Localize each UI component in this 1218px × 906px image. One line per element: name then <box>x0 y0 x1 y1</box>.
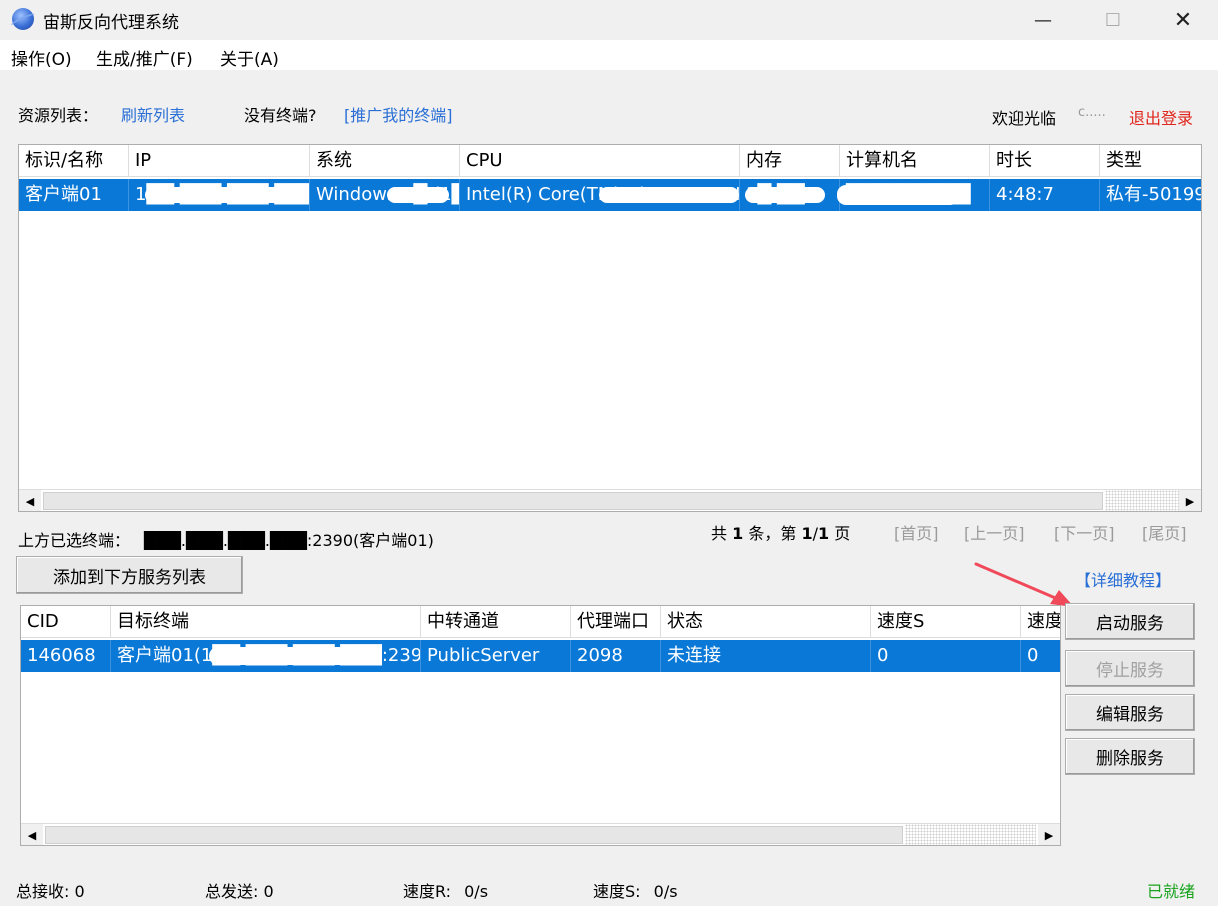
receive-speed-value: 0/s <box>464 882 489 901</box>
total-sent-label: 总发送: <box>205 882 259 901</box>
edit-service-button[interactable]: 编辑服务 <box>1065 694 1195 731</box>
scroll-thumb[interactable] <box>43 492 1103 510</box>
total-received-label: 总接收: <box>16 882 70 901</box>
pagination-prefix: 共 <box>711 524 728 543</box>
selected-terminal-label: 上方已选终端： <box>18 531 131 550</box>
column-header-target[interactable]: 目标终端 <box>111 606 421 638</box>
send-speed-value: 0/s <box>653 882 678 901</box>
pagination-summary: 共 1 条，第 1/1 页 <box>711 520 850 544</box>
scroll-thumb[interactable] <box>45 826 903 844</box>
column-header-proxy-port[interactable]: 代理端口 <box>571 606 661 638</box>
scroll-right-icon[interactable]: ▶ <box>1038 824 1060 845</box>
column-header-duration[interactable]: 时长 <box>990 145 1100 177</box>
total-received-value: 0 <box>74 882 85 901</box>
column-header-ip[interactable]: IP <box>129 145 310 177</box>
service-port-cell: 2098 <box>571 640 661 672</box>
terminals-table[interactable]: 标识/名称 IP 系统 CPU 内存 计算机名 时长 类型 客户端01 1██.… <box>18 144 1202 512</box>
service-cid-cell: 146068 <box>21 640 111 672</box>
column-header-type[interactable]: 类型 <box>1100 145 1201 177</box>
service-relay-cell: PublicServer <box>421 640 571 672</box>
close-icon[interactable]: ✕ <box>1148 0 1218 40</box>
resource-list-label: 资源列表： <box>18 106 99 125</box>
service-speed-s-cell: 0 <box>871 640 1021 672</box>
scroll-track[interactable] <box>1105 490 1179 511</box>
redaction-mark <box>209 647 349 665</box>
window-title: 宙斯反向代理系统 <box>43 13 179 33</box>
menu-bar: 操作(O) 生成/推广(F) 关于(A) <box>0 40 1218 70</box>
total-count: 1 <box>732 524 744 543</box>
maximize-icon[interactable]: ☐ <box>1078 0 1148 40</box>
app-globe-icon <box>12 8 34 30</box>
receive-speed: 速度R: 0/s <box>403 878 488 902</box>
welcome-label: 欢迎光临 <box>992 109 1057 128</box>
total-sent-value: 0 <box>263 882 274 901</box>
scroll-left-icon[interactable]: ◀ <box>19 490 41 511</box>
username: c..... <box>1078 105 1106 120</box>
no-terminal-label: 没有终端? <box>244 106 317 125</box>
column-header-speed[interactable]: 速度 <box>1021 606 1060 638</box>
logout-link[interactable]: 退出登录 <box>1129 105 1193 129</box>
column-header-os[interactable]: 系统 <box>310 145 460 177</box>
column-header-speed-s[interactable]: 速度S <box>871 606 1021 638</box>
stop-service-button[interactable]: 停止服务 <box>1065 650 1195 687</box>
column-header-name[interactable]: 标识/名称 <box>19 145 129 177</box>
column-header-cpu[interactable]: CPU <box>460 145 740 177</box>
table-row[interactable]: 客户端01 1██.███.███.███:23 Windows 1█ (1█.… <box>19 179 1201 211</box>
redaction-mark <box>837 185 959 205</box>
ready-status: 已就绪 <box>1147 882 1196 901</box>
menu-operate[interactable]: 操作(O) <box>11 45 72 70</box>
send-speed-label: 速度S: <box>593 882 641 901</box>
promote-terminal-link[interactable]: [推广我的终端] <box>344 102 453 126</box>
receive-speed-label: 速度R: <box>403 882 452 901</box>
add-to-service-list-button[interactable]: 添加到下方服务列表 <box>16 556 243 594</box>
redaction-mark <box>145 187 295 203</box>
redaction-mark <box>599 187 739 203</box>
terminals-table-header: 标识/名称 IP 系统 CPU 内存 计算机名 时长 类型 <box>19 145 1201 177</box>
send-speed: 速度S: 0/s <box>593 878 678 902</box>
pagination-mid: 条，第 <box>748 524 797 543</box>
total-sent: 总发送: 0 <box>205 878 274 902</box>
total-received: 总接收: 0 <box>16 878 85 902</box>
redaction-mark <box>745 187 825 203</box>
selected-terminal-value: ███.███.███.███:2390(客户端01) <box>144 531 434 550</box>
next-page-link[interactable]: [下一页] <box>1054 520 1115 544</box>
pagination-suffix: 页 <box>834 524 851 543</box>
page-count: 1 <box>817 524 830 543</box>
scroll-left-icon[interactable]: ◀ <box>21 824 43 845</box>
delete-service-button[interactable]: 删除服务 <box>1065 738 1195 775</box>
terminal-type-cell: 私有-50199 <box>1100 179 1201 211</box>
services-table[interactable]: CID 目标终端 中转通道 代理端口 状态 速度S 速度 146068 客户端0… <box>20 605 1061 846</box>
tutorial-link[interactable]: 【详细教程】 <box>1075 567 1171 591</box>
scroll-right-icon[interactable]: ▶ <box>1179 490 1201 511</box>
column-header-relay[interactable]: 中转通道 <box>421 606 571 638</box>
table-row[interactable]: 146068 客户端01(1██.███.███.███:2390) Publi… <box>21 640 1060 672</box>
services-table-header: CID 目标终端 中转通道 代理端口 状态 速度S 速度 <box>21 606 1060 638</box>
refresh-list-link[interactable]: 刷新列表 <box>121 102 185 126</box>
prev-page-link[interactable]: [上一页] <box>964 520 1025 544</box>
start-service-button[interactable]: 启动服务 <box>1065 603 1195 640</box>
column-header-cid[interactable]: CID <box>21 606 111 638</box>
menu-about[interactable]: 关于(A) <box>220 45 279 70</box>
service-speed-cell: 0 <box>1021 640 1060 672</box>
redaction-mark <box>387 187 449 203</box>
last-page-link[interactable]: [尾页] <box>1142 520 1187 544</box>
column-header-status[interactable]: 状态 <box>661 606 871 638</box>
terminals-horizontal-scrollbar[interactable]: ◀ ▶ <box>19 489 1201 511</box>
current-page: 1 <box>801 524 813 543</box>
column-header-computer-name[interactable]: 计算机名 <box>840 145 990 177</box>
terminal-name-cell: 客户端01 <box>19 179 129 211</box>
scroll-track[interactable] <box>905 824 1036 845</box>
minimize-icon[interactable]: — <box>1008 0 1078 40</box>
terminal-duration-cell: 4:48:7 <box>990 179 1100 211</box>
services-horizontal-scrollbar[interactable]: ◀ ▶ <box>21 823 1060 845</box>
service-status-cell: 未连接 <box>661 640 871 672</box>
menu-generate-promote[interactable]: 生成/推广(F) <box>96 45 193 70</box>
first-page-link[interactable]: [首页] <box>894 520 939 544</box>
column-header-memory[interactable]: 内存 <box>740 145 840 177</box>
title-bar: 宙斯反向代理系统 — ☐ ✕ <box>0 0 1218 40</box>
